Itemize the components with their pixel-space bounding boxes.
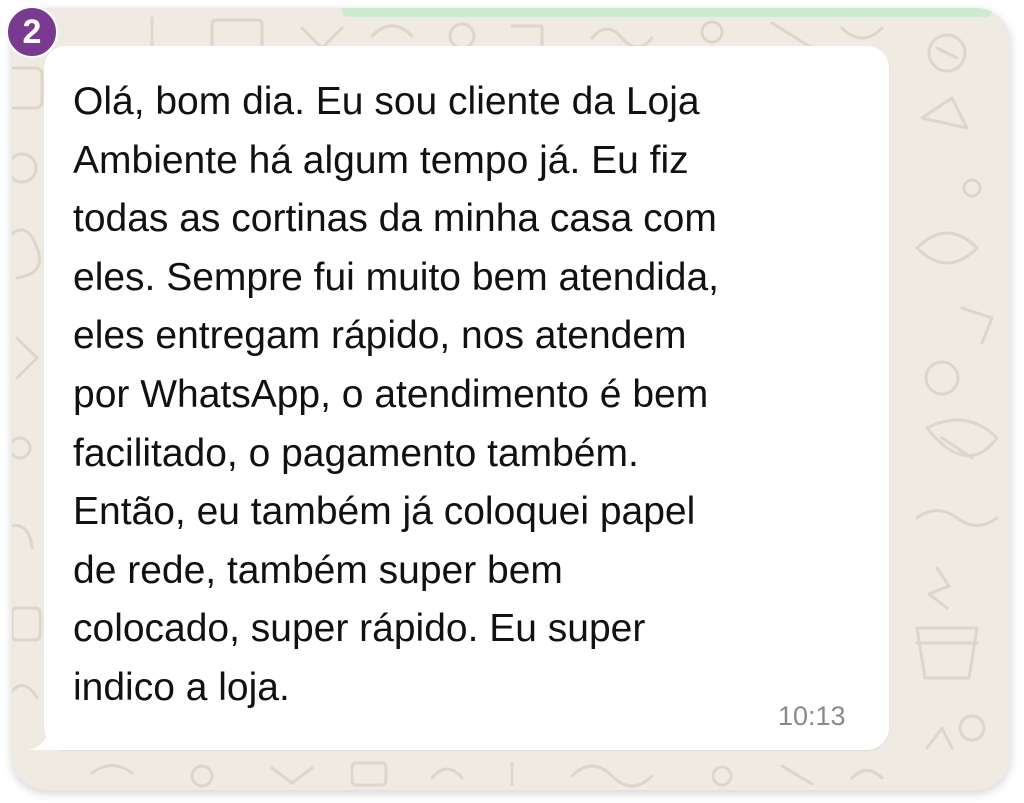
message-text: Olá, bom dia. Eu sou cliente da Loja Amb… — [73, 80, 720, 709]
step-number-badge: 2 — [6, 6, 58, 58]
message-timestamp: 10:13 — [778, 701, 846, 731]
screenshot-frame: Olá, bom dia. Eu sou cliente da Loja Amb… — [0, 0, 1024, 803]
bubble-tail — [28, 728, 68, 750]
